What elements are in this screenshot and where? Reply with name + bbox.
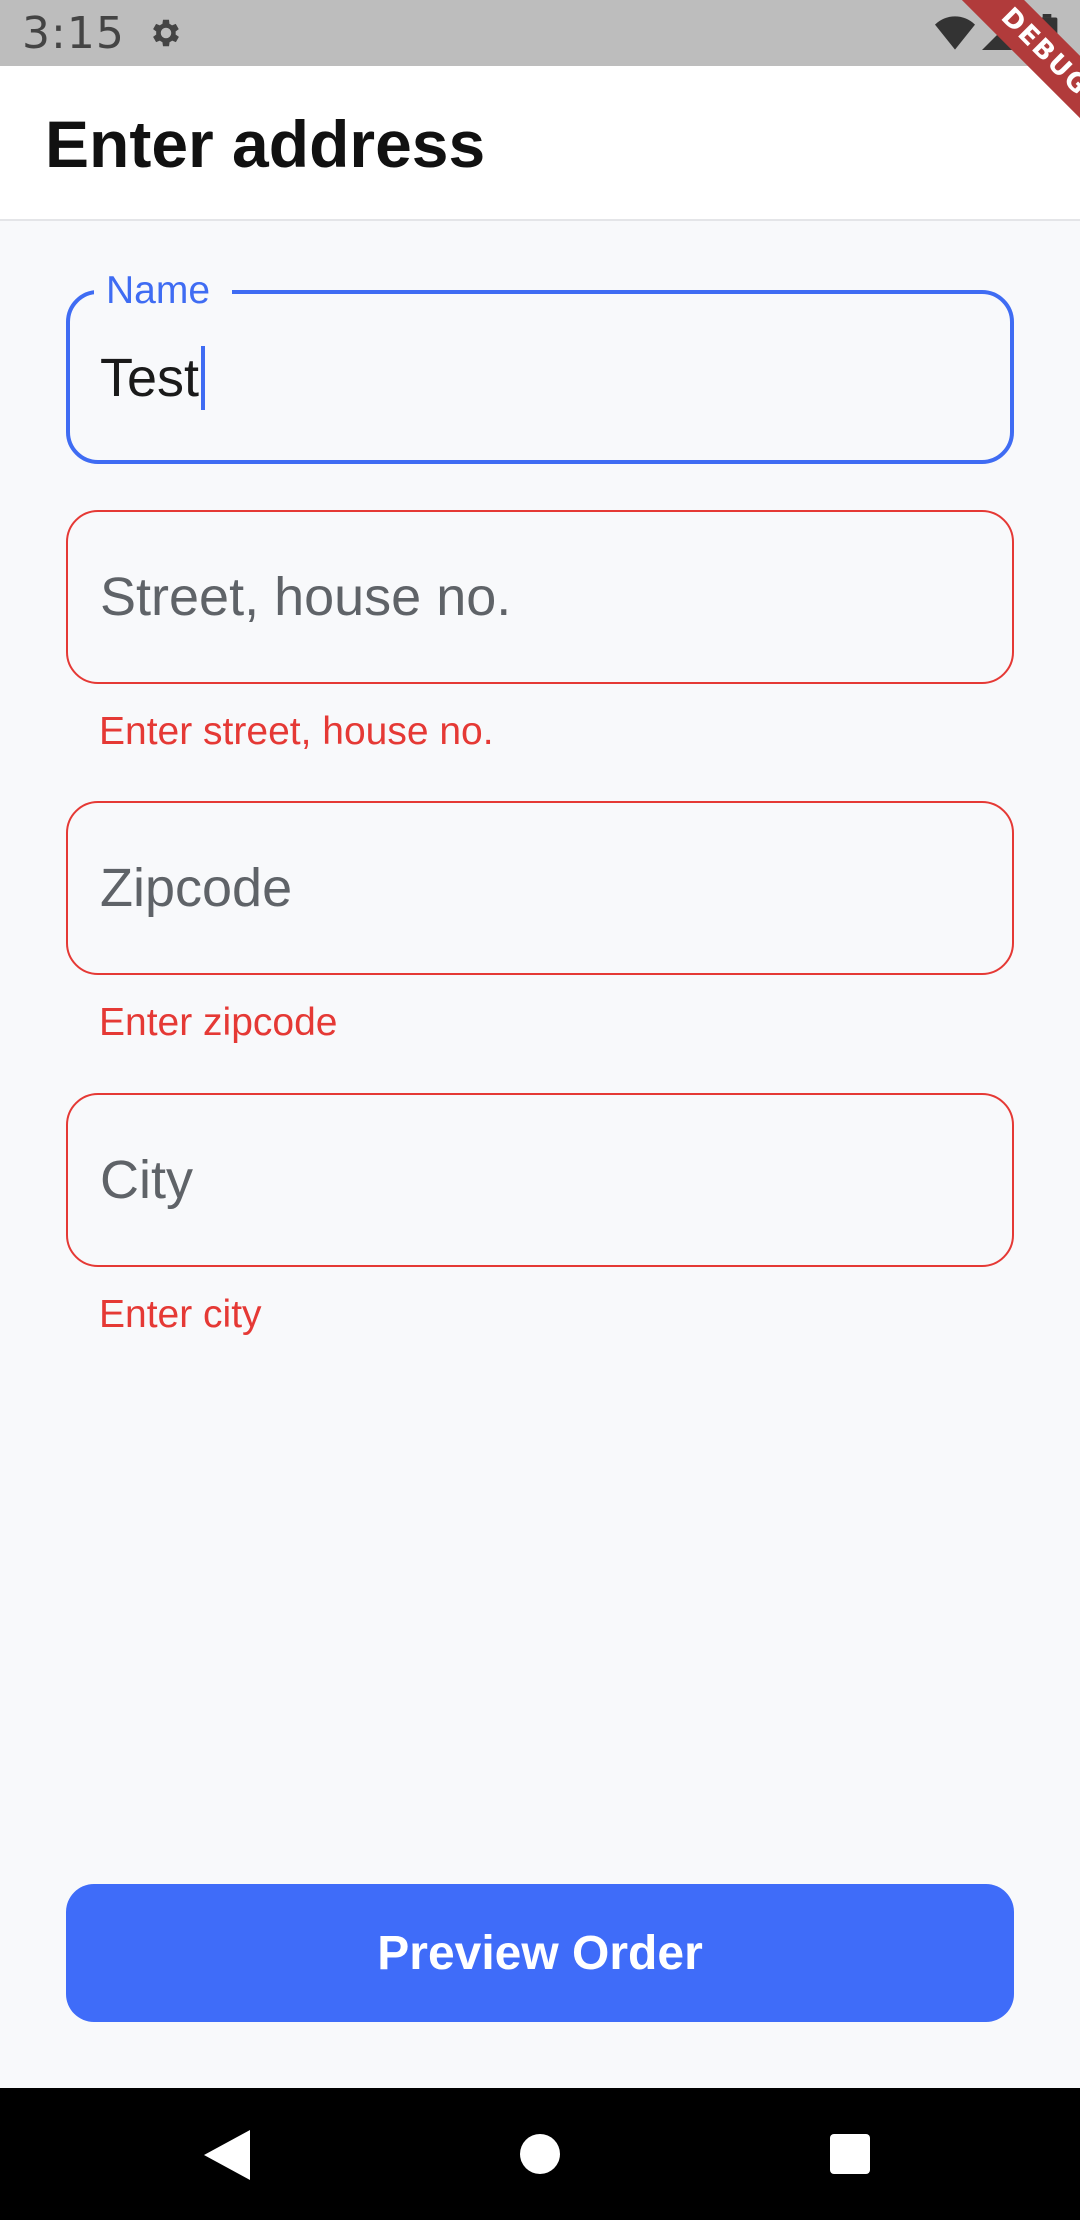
zipcode-field-placeholder: Zipcode xyxy=(100,858,293,918)
street-error-text: Enter street, house no. xyxy=(99,710,494,753)
name-field-value[interactable]: Test xyxy=(100,346,206,410)
street-field-placeholder: Street, house no. xyxy=(100,567,512,627)
wifi-icon xyxy=(935,16,975,50)
city-field[interactable]: City xyxy=(66,1093,1014,1267)
status-time: 3:15 xyxy=(22,8,125,59)
home-icon[interactable] xyxy=(520,2134,560,2174)
preview-order-button[interactable]: Preview Order xyxy=(66,1884,1014,2022)
navigation-bar xyxy=(0,2088,1080,2220)
name-value-text: Test xyxy=(100,348,200,408)
city-error-text: Enter city xyxy=(99,1293,262,1336)
zipcode-error-text: Enter zipcode xyxy=(99,1001,338,1044)
recents-icon[interactable] xyxy=(830,2134,870,2174)
status-bar: 3:15 xyxy=(0,0,1080,66)
name-field-label: Name xyxy=(94,266,233,316)
text-cursor xyxy=(201,346,206,410)
zipcode-field[interactable]: Zipcode xyxy=(66,801,1014,975)
gear-icon xyxy=(153,19,179,47)
app-bar: Enter address xyxy=(0,66,1080,221)
back-icon[interactable] xyxy=(204,2130,250,2180)
name-field[interactable]: Name Test xyxy=(66,266,1014,464)
page-title: Enter address xyxy=(45,107,486,181)
street-field[interactable]: Street, house no. xyxy=(66,510,1014,684)
city-field-placeholder: City xyxy=(100,1150,193,1210)
